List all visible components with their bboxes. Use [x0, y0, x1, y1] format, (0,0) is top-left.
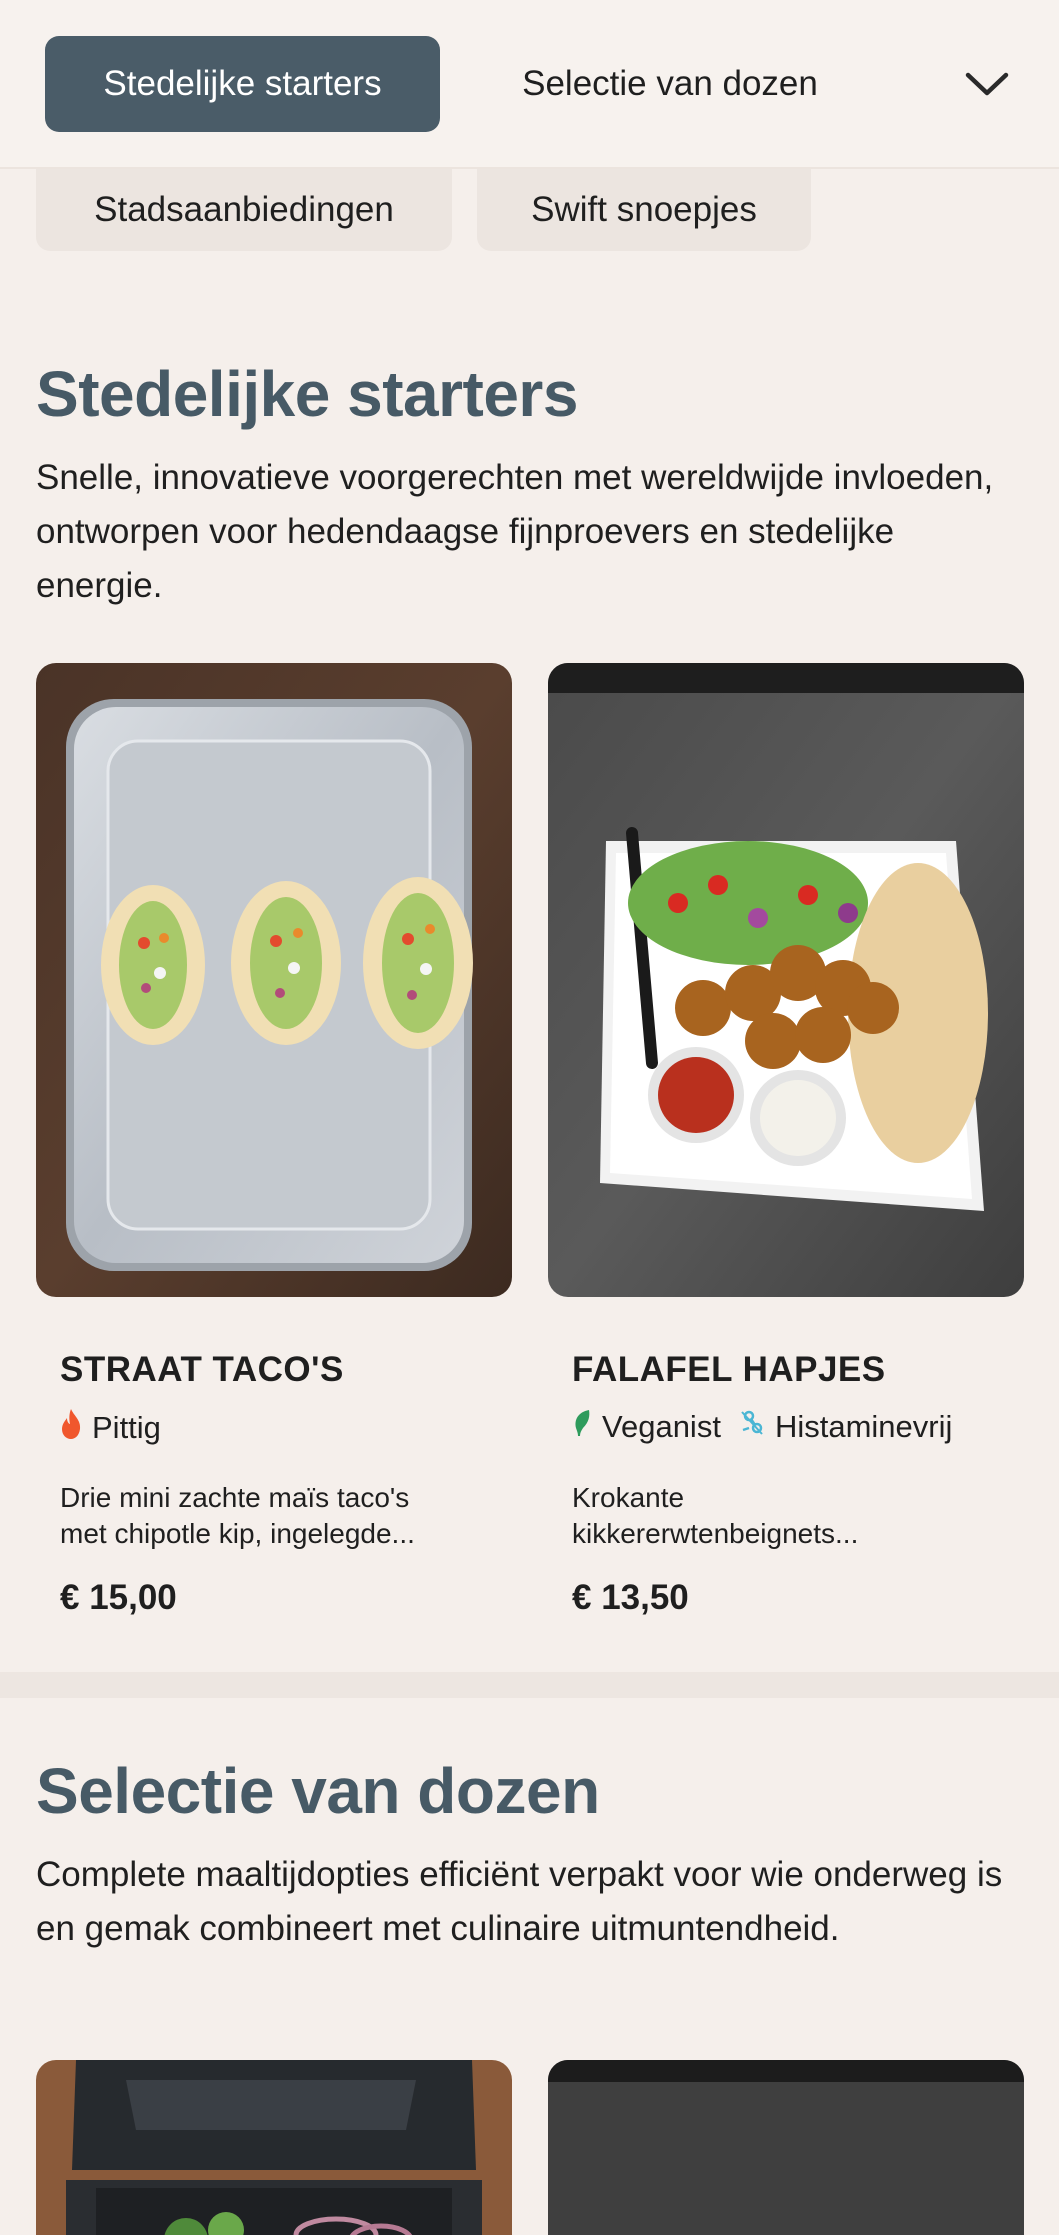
section-description: Snelle, innovatieve voorgerechten met we…: [36, 458, 994, 605]
product-name[interactable]: STRAAT TACO'S: [60, 1350, 344, 1390]
category-tab-stadsaanbiedingen[interactable]: Stadsaanbiedingen: [36, 169, 452, 251]
leaf-icon: [572, 1408, 592, 1446]
section-divider: [0, 1672, 1059, 1698]
product-description-line: met chipotle kip, ingelegde...: [60, 1518, 415, 1549]
category-nav-expanded: Stadsaanbiedingen Swift snoepjes: [0, 169, 1059, 253]
product-description: Drie mini zachte maïs taco's met chipotl…: [60, 1480, 490, 1552]
histamine-free-icon: [739, 1408, 765, 1446]
tag-histamine-free: Histaminevrij: [739, 1408, 952, 1446]
product-description-line: kikkererwtenbeignets...: [572, 1518, 859, 1549]
product-description-line: Drie mini zachte maïs taco's: [60, 1482, 410, 1513]
section-title: Selectie van dozen: [36, 1755, 600, 1827]
tag-vegan: Veganist: [572, 1408, 721, 1446]
product-tags: Veganist Histaminevrij: [572, 1408, 952, 1446]
product-description: Krokante kikkererwtenbeignets...: [572, 1480, 1002, 1552]
tag-label: Veganist: [602, 1409, 721, 1444]
section-description: Complete maaltijdopties efficiënt verpak…: [36, 1855, 1003, 1948]
product-image-box-2[interactable]: [548, 2060, 1024, 2235]
chevron-down-icon[interactable]: [950, 50, 1024, 118]
product-image-street-tacos[interactable]: [36, 663, 512, 1297]
category-nav: Stedelijke starters Selectie van dozen: [0, 0, 1059, 169]
flame-icon: [60, 1408, 82, 1448]
category-tab-swift-snoepjes[interactable]: Swift snoepjes: [477, 169, 811, 251]
product-image-falafel-bites[interactable]: [548, 663, 1024, 1297]
category-tab-stedelijke-starters[interactable]: Stedelijke starters: [45, 36, 440, 132]
product-price: € 13,50: [572, 1578, 689, 1617]
product-description-line: Krokante: [572, 1482, 685, 1513]
section-title: Stedelijke starters: [36, 358, 578, 430]
tag-spicy: Pittig: [60, 1408, 161, 1448]
tag-label: Pittig: [92, 1410, 161, 1445]
menu-page: Stedelijke starters Selectie van dozen S…: [0, 0, 1059, 2235]
product-tags: Pittig: [60, 1408, 161, 1448]
category-tab-selectie-van-dozen[interactable]: Selectie van dozen: [475, 36, 865, 132]
tag-label: Histaminevrij: [774, 1409, 953, 1444]
product-name[interactable]: FALAFEL HAPJES: [572, 1350, 886, 1390]
product-price: € 15,00: [60, 1578, 177, 1617]
product-image-box-1[interactable]: [36, 2060, 512, 2235]
